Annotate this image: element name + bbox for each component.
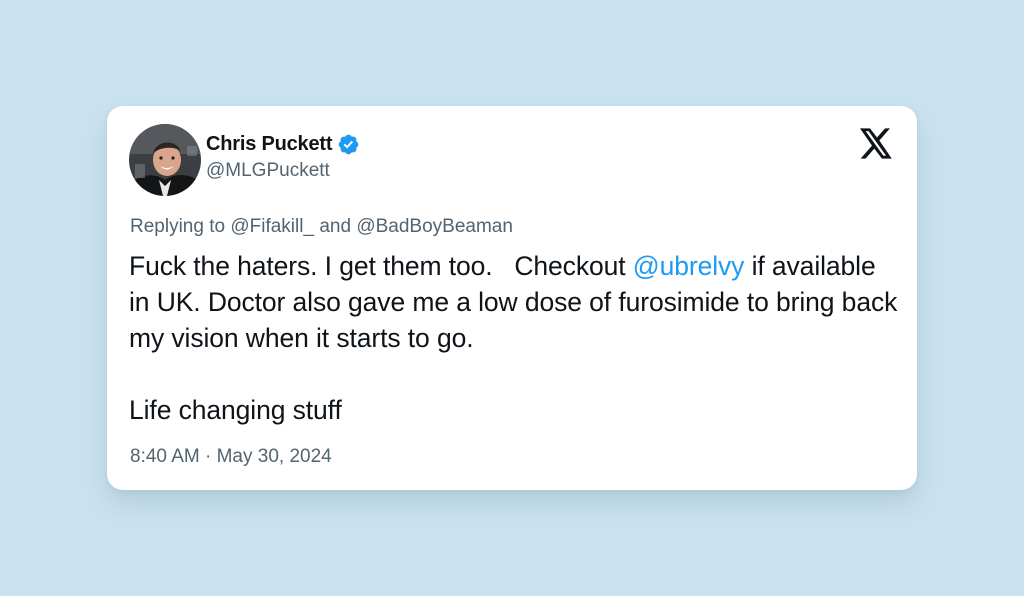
reply-prefix: Replying to [130, 216, 226, 237]
tweet-paragraph-1: Fuck the haters. I get them too. Checkou… [129, 248, 899, 356]
timestamp-separator: · [199, 446, 217, 467]
avatar[interactable] [129, 124, 201, 196]
x-logo-icon[interactable] [860, 128, 893, 159]
user-block: Chris Puckett @MLGPuckett [206, 129, 360, 182]
user-handle[interactable]: @MLGPuckett [206, 160, 360, 182]
tweet-card: Chris Puckett @MLGPuckett Replying to @F… [107, 106, 917, 490]
tweet-timestamp[interactable]: 8:40 AM · May 30, 2024 [130, 446, 332, 468]
avatar-photo [129, 124, 201, 196]
verified-badge-icon [337, 133, 360, 156]
reply-mention-fifakill[interactable]: @Fifakill_ [230, 216, 314, 237]
display-name-row: Chris Puckett [206, 129, 360, 159]
tweet-paragraph-2: Life changing stuff [129, 395, 342, 425]
reply-context: Replying to @Fifakill_ and @BadBoyBeaman [130, 216, 513, 238]
timestamp-time: 8:40 AM [130, 446, 200, 467]
reply-mention-badboybeaman[interactable]: @BadBoyBeaman [356, 216, 513, 237]
tweet-header: Chris Puckett @MLGPuckett [129, 124, 895, 196]
display-name[interactable]: Chris Puckett [206, 133, 333, 156]
tweet-body: Fuck the haters. I get them too. Checkou… [129, 248, 899, 428]
tweet-text-before-mention: Fuck the haters. I get them too. Checkou… [129, 251, 633, 281]
timestamp-date: May 30, 2024 [216, 446, 332, 467]
tweet-mention-ubrelvy[interactable]: @ubrelvy [633, 251, 745, 281]
reply-joiner: and [319, 216, 352, 237]
